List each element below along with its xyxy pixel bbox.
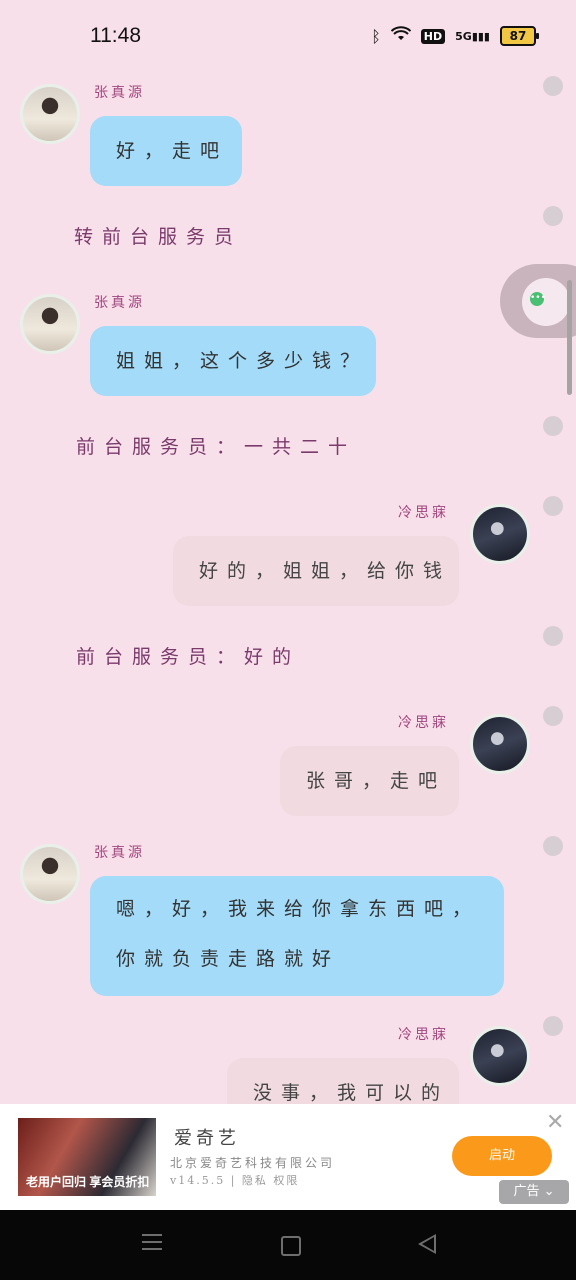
chat-bubble-icon[interactable]: ••• (530, 292, 546, 306)
sender-name: 冷思寐 (398, 505, 449, 521)
avatar[interactable] (20, 294, 80, 354)
scrollbar[interactable] (567, 280, 572, 395)
selection-dot[interactable] (543, 706, 563, 726)
selection-dot[interactable] (543, 836, 563, 856)
message-line: 嗯，好，我来给你拿东西吧， (116, 898, 481, 920)
ad-meta: v14.5.5 | 隐私 权限 (170, 1174, 300, 1187)
network-type: 5G (455, 29, 472, 43)
home-icon[interactable] (281, 1236, 301, 1256)
system-message: 前台服务员：一共二十 (76, 436, 357, 458)
avatar[interactable] (470, 714, 530, 774)
ad-title: 爱奇艺 (174, 1128, 240, 1149)
sender-name: 张真源 (94, 295, 145, 311)
avatar[interactable] (470, 504, 530, 564)
ad-banner[interactable]: 老用户回归 享会员折扣 爱奇艺 北京爱奇艺科技有限公司 v14.5.5 | 隐私… (0, 1104, 576, 1210)
selection-dot[interactable] (543, 1016, 563, 1036)
avatar[interactable] (20, 844, 80, 904)
system-message: 转前台服务员 (74, 226, 243, 248)
message-bubble[interactable]: 没事，我可以的 (227, 1058, 459, 1104)
navigation-bar (0, 1210, 576, 1280)
ad-company: 北京爱奇艺科技有限公司 (170, 1156, 336, 1170)
chat-area[interactable]: 张真源 好，走吧 转前台服务员 张真源 姐姐，这个多少钱？ 前台服务员：一共二十… (0, 72, 576, 1104)
message-bubble[interactable]: 姐姐，这个多少钱？ (90, 326, 376, 396)
message-bubble[interactable]: 嗯，好，我来给你拿东西吧， 你就负责走路就好 (90, 876, 504, 996)
sender-name: 张真源 (94, 845, 145, 861)
bluetooth-icon: ᛒ (371, 26, 381, 46)
system-message: 前台服务员：好的 (76, 646, 301, 668)
selection-dot[interactable] (543, 416, 563, 436)
wifi-icon (390, 26, 411, 46)
sender-name: 张真源 (94, 85, 145, 101)
message-bubble[interactable]: 好，走吧 (90, 116, 242, 186)
message-line: 你就负责走路就好 (116, 948, 341, 970)
close-icon[interactable]: ✕ (546, 1110, 564, 1135)
ad-tag-label: 广告 (513, 1184, 540, 1199)
menu-icon[interactable] (142, 1234, 162, 1250)
sender-name: 冷思寐 (398, 1027, 449, 1043)
message-bubble[interactable]: 好的，姐姐，给你钱 (173, 536, 459, 606)
back-icon[interactable] (418, 1234, 436, 1254)
selection-dot[interactable] (543, 76, 563, 96)
hd-icon: HD (420, 28, 446, 44)
status-time: 11:48 (90, 24, 141, 47)
selection-dot[interactable] (543, 496, 563, 516)
avatar[interactable] (470, 1026, 530, 1086)
status-bar: 11:48 ᛒ HD 5G▮▮▮ 87 (0, 0, 576, 72)
message-bubble[interactable]: 张哥，走吧 (280, 746, 459, 816)
status-icons: ᛒ HD 5G▮▮▮ 87 (371, 26, 539, 46)
selection-dot[interactable] (543, 206, 563, 226)
ad-launch-button[interactable]: 启动 (452, 1136, 552, 1176)
sender-name: 冷思寐 (398, 715, 449, 731)
signal-icon: 5G▮▮▮ (455, 29, 490, 43)
battery-icon: 87 (500, 26, 539, 46)
ad-image-text: 老用户回归 享会员折扣 (26, 1175, 150, 1189)
ad-tag[interactable]: 广告 ⌄ (499, 1180, 569, 1204)
selection-dot[interactable] (543, 626, 563, 646)
avatar[interactable] (20, 84, 80, 144)
ad-image[interactable]: 老用户回归 享会员折扣 (18, 1118, 156, 1196)
